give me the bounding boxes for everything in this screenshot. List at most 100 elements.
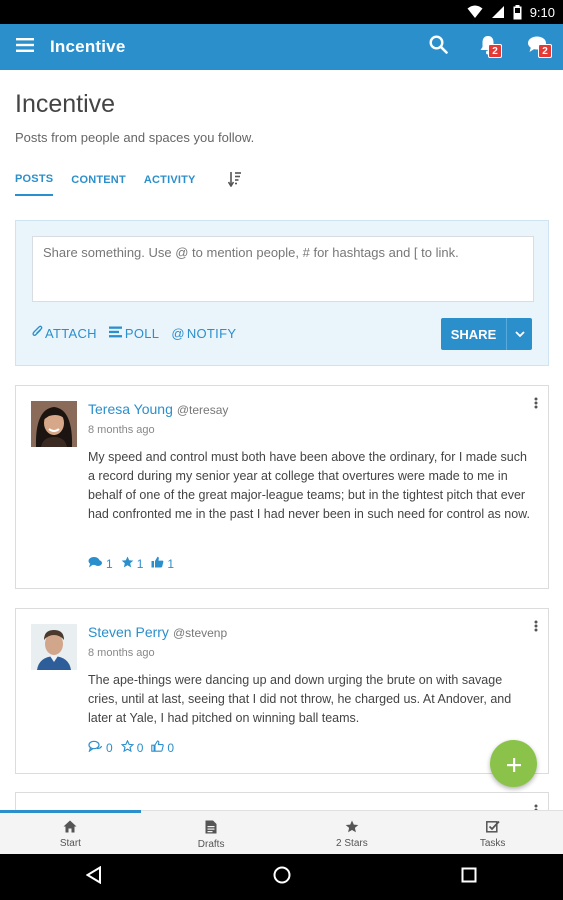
- notify-label: NOTIFY: [186, 325, 237, 341]
- nav-start-label: Start: [59, 838, 81, 849]
- page-title: Incentive: [15, 90, 116, 118]
- search-button[interactable]: [413, 24, 463, 70]
- notify-button[interactable]: @ NOTIFY: [171, 326, 236, 341]
- nav-drafts-label: Drafts: [197, 838, 225, 850]
- plus-icon: [506, 750, 522, 778]
- search-icon: [428, 35, 448, 59]
- tab-content[interactable]: CONTENT: [71, 174, 126, 195]
- nav-start[interactable]: Start: [0, 811, 141, 854]
- paperclip-icon: [32, 325, 43, 341]
- post-menu-button[interactable]: [534, 396, 538, 414]
- avatar[interactable]: [31, 401, 77, 447]
- star-icon: [121, 556, 134, 571]
- thumbs-up-icon: [151, 556, 164, 571]
- poll-icon: [108, 326, 123, 341]
- star-button[interactable]: 1: [121, 556, 144, 571]
- like-button[interactable]: 1: [151, 556, 174, 571]
- sort-icon[interactable]: [227, 171, 242, 192]
- star-outline-icon: [120, 739, 135, 755]
- star-button[interactable]: 0: [120, 739, 144, 755]
- author-name[interactable]: Teresa Young @teresay: [88, 401, 228, 417]
- menu-button[interactable]: [0, 24, 50, 70]
- stream-page: Incentive Posts from people and spaces y…: [0, 70, 563, 810]
- post-card: Teresa Young @teresay 8 months ago My spe…: [15, 385, 549, 589]
- comments-count: 1: [106, 556, 113, 571]
- share-options-button[interactable]: [506, 318, 532, 350]
- post-menu-button[interactable]: [534, 619, 538, 637]
- battery-icon: [513, 4, 522, 20]
- status-time: 9:10: [529, 4, 555, 20]
- stream-tabs: POSTS CONTENT ACTIVITY: [15, 171, 242, 196]
- new-post-fab[interactable]: [490, 740, 537, 787]
- tab-posts[interactable]: POSTS: [15, 173, 54, 196]
- nav-drafts[interactable]: Drafts: [141, 811, 282, 854]
- poll-button[interactable]: POLL: [108, 325, 160, 341]
- tab-activity[interactable]: ACTIVITY: [144, 174, 196, 195]
- author-fullname[interactable]: Teresa Young: [88, 401, 173, 417]
- author-fullname[interactable]: Steven Perry: [88, 624, 169, 640]
- author-handle: @stevenp: [172, 626, 228, 640]
- chevron-down-icon: [514, 325, 525, 343]
- poll-label: POLL: [124, 325, 160, 341]
- share-button[interactable]: SHARE: [441, 318, 532, 350]
- home-circle-icon: [273, 866, 291, 889]
- signal-icon: [491, 5, 505, 19]
- share-input[interactable]: [32, 236, 534, 302]
- app-title: Incentive: [50, 37, 126, 56]
- post-stats: 0 0 0: [88, 739, 174, 755]
- comments-button[interactable]: 1: [88, 556, 113, 571]
- thumbs-up-outline-icon: [151, 740, 165, 755]
- post-stats: 1 1 1: [88, 556, 174, 571]
- recents-square-icon: [461, 867, 477, 888]
- attach-button[interactable]: ATTACH: [32, 325, 97, 341]
- back-triangle-icon: [85, 865, 102, 889]
- post-card: [15, 792, 549, 810]
- wifi-icon: [467, 5, 483, 19]
- back-button[interactable]: [0, 854, 188, 900]
- more-vertical-icon: [534, 803, 538, 810]
- more-vertical-icon: [534, 619, 538, 636]
- messages-button[interactable]: 2: [513, 24, 563, 70]
- checkbox-icon: [485, 820, 500, 836]
- home-button[interactable]: [188, 854, 376, 900]
- app-bar: Incentive 2 2: [0, 24, 563, 70]
- at-sign-icon: @: [171, 325, 185, 341]
- nav-stars-label: 2 Stars: [336, 838, 368, 849]
- messages-badge: 2: [538, 44, 552, 58]
- post-body: My speed and control must both have been…: [88, 450, 530, 521]
- star-icon: [345, 820, 359, 836]
- avatar[interactable]: [31, 624, 77, 670]
- comments-count: 0: [106, 740, 113, 755]
- comments-icon: [88, 556, 103, 571]
- stars-count: 1: [136, 556, 144, 571]
- notifications-badge: 2: [488, 44, 502, 58]
- nav-tasks-label: Tasks: [479, 838, 506, 849]
- active-tab-indicator: [0, 810, 141, 813]
- home-icon: [63, 820, 77, 836]
- recents-button[interactable]: [375, 854, 563, 900]
- post-composer: ATTACH POLL @ NOTIFY SHARE: [15, 220, 549, 366]
- more-vertical-icon: [534, 396, 538, 413]
- post-body: The ape-things were dancing up and down …: [88, 673, 512, 725]
- post-time: 8 months ago: [88, 647, 155, 659]
- comments-outline-icon: [88, 740, 103, 755]
- like-button[interactable]: 0: [151, 740, 174, 755]
- bottom-nav: Start Drafts 2 Stars Tasks: [0, 810, 563, 854]
- hamburger-icon: [16, 37, 34, 57]
- system-nav-bar: [0, 854, 563, 900]
- likes-count: 0: [167, 740, 175, 755]
- author-name[interactable]: Steven Perry @stevenp: [88, 624, 227, 640]
- page-subtitle: Posts from people and spaces you follow.: [15, 130, 255, 145]
- nav-stars[interactable]: 2 Stars: [282, 811, 423, 854]
- author-handle: @teresay: [176, 403, 229, 417]
- post-menu-button[interactable]: [534, 803, 538, 810]
- status-bar: 9:10: [0, 0, 563, 24]
- attach-label: ATTACH: [45, 325, 97, 341]
- share-label: SHARE: [450, 326, 497, 342]
- nav-tasks[interactable]: Tasks: [422, 811, 563, 854]
- stars-count: 0: [136, 740, 144, 755]
- notifications-button[interactable]: 2: [463, 24, 513, 70]
- post-time: 8 months ago: [88, 424, 155, 436]
- comments-button[interactable]: 0: [88, 740, 113, 755]
- likes-count: 1: [167, 556, 175, 571]
